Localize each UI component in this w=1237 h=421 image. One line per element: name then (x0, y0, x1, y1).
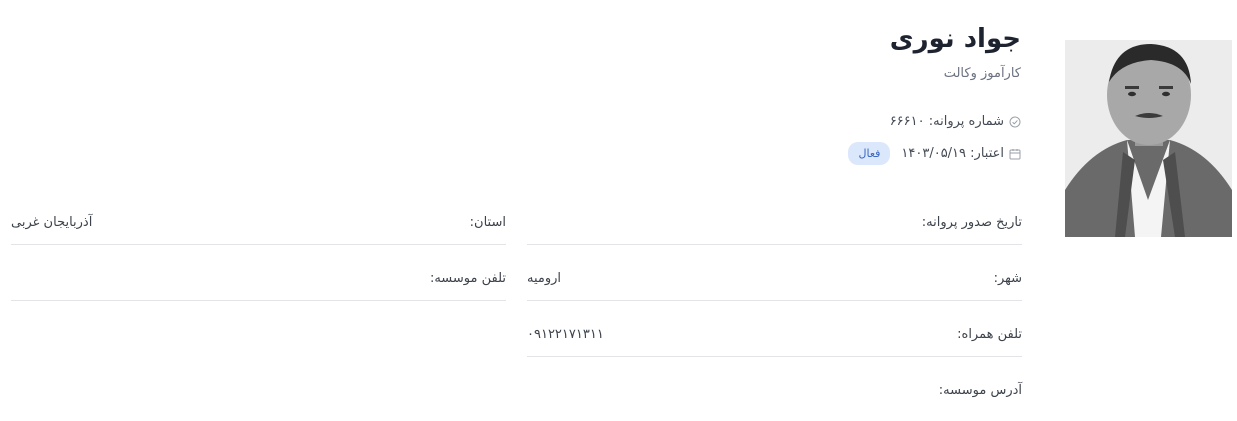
city-field: شهر: ارومیه (527, 254, 1022, 301)
calendar-icon (1009, 148, 1021, 159)
institute-phone-label: تلفن موسسه: (429, 271, 506, 286)
city-label: شهر: (993, 271, 1022, 286)
institute-address-label: آدرس موسسه: (938, 383, 1022, 398)
province-field: استان: آذربایجان غربی (11, 198, 506, 245)
city-value: ارومیه (527, 271, 562, 286)
mobile-field: تلفن همراه: ۰۹۱۲۲۱۷۱۳۱۱ (527, 310, 1022, 357)
profile-photo (1065, 40, 1232, 237)
status-badge: فعال (848, 142, 891, 165)
province-value: آذربایجان غربی (11, 215, 93, 230)
profile-role: کارآموز وکالت (943, 66, 1021, 81)
validity-date: اعتبار: ۱۴۰۳/۰۵/۱۹ (901, 146, 1004, 161)
institute-phone-field: تلفن موسسه: (11, 254, 506, 301)
license-number: شماره پروانه: ۶۶۶۱۰ (889, 114, 1004, 129)
profile-name: جواد نوری (889, 24, 1021, 54)
validity-row: اعتبار: ۱۴۰۳/۰۵/۱۹ فعال (848, 142, 1021, 165)
institute-address-field: آدرس موسسه: (527, 366, 1022, 412)
mobile-label: تلفن همراه: (957, 327, 1022, 342)
province-label: استان: (469, 215, 506, 230)
check-circle-icon (1009, 116, 1021, 127)
license-number-row: شماره پروانه: ۶۶۶۱۰ (890, 114, 1021, 129)
issue-date-label: تاریخ صدور پروانه: (921, 215, 1022, 230)
issue-date-field: تاریخ صدور پروانه: (527, 198, 1022, 245)
mobile-value[interactable]: ۰۹۱۲۲۱۷۱۳۱۱ (527, 327, 604, 342)
person-portrait-icon (1065, 40, 1232, 237)
